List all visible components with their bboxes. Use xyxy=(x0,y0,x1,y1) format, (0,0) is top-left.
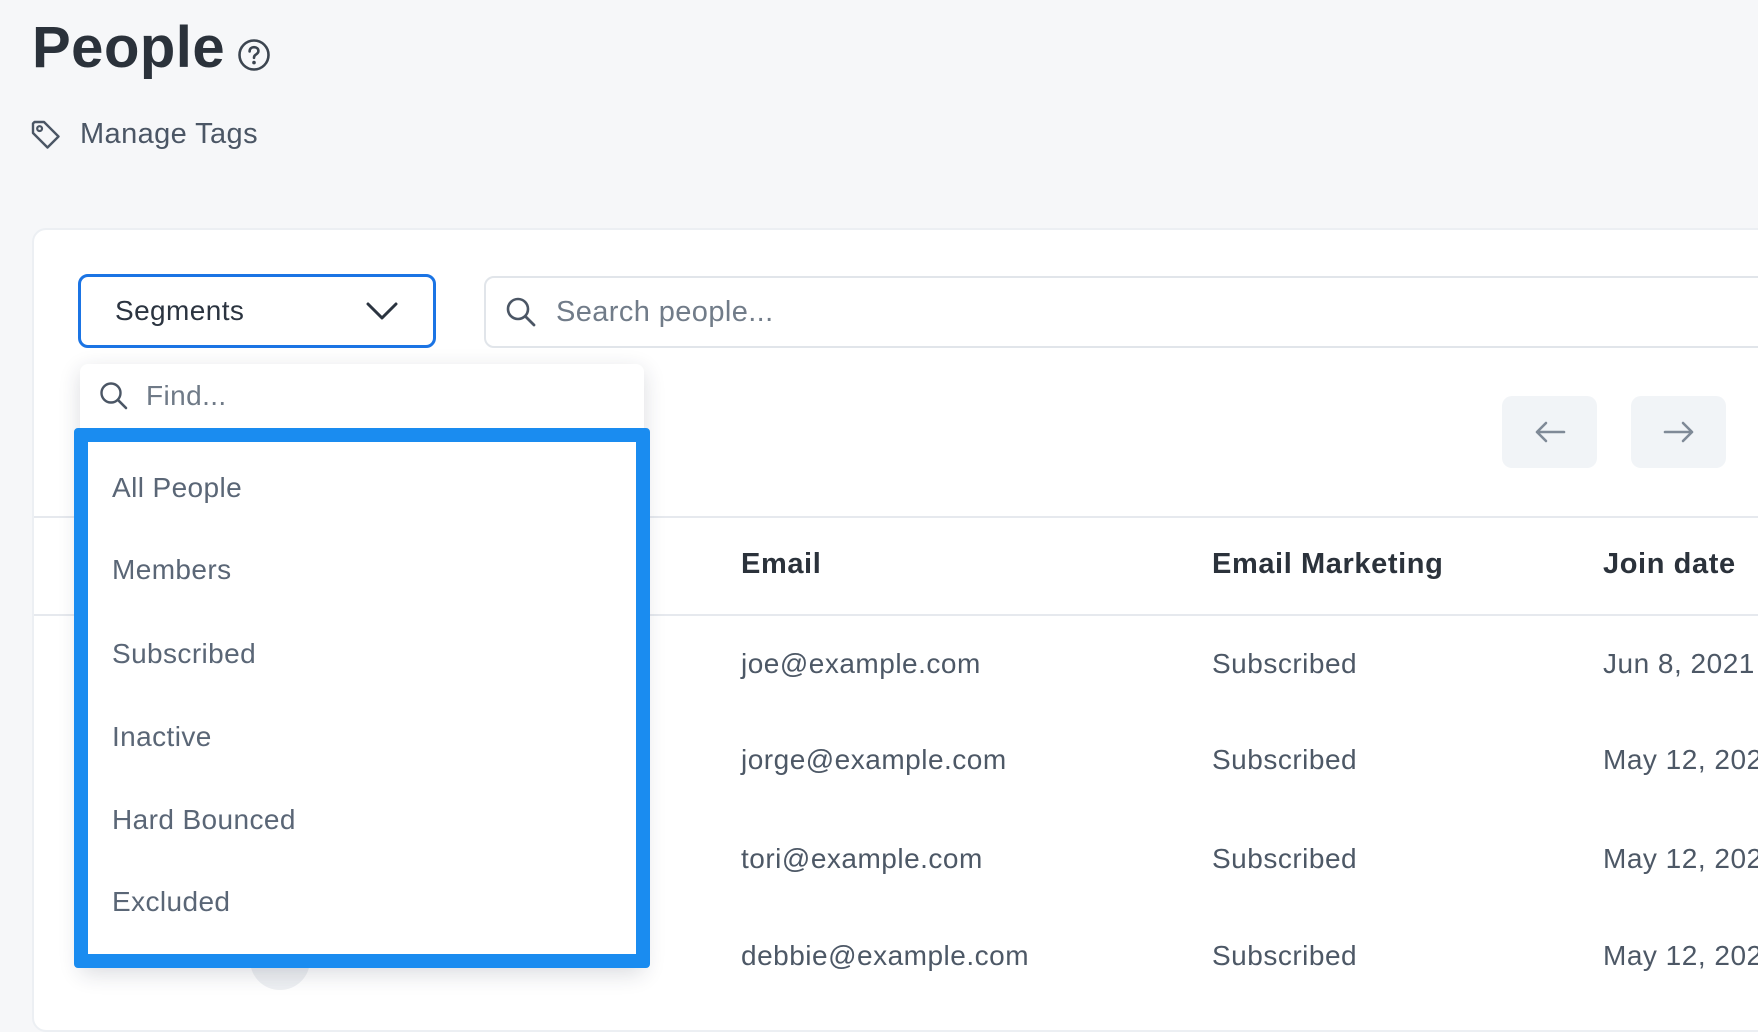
row-email-marketing: Subscribed xyxy=(1212,843,1358,874)
row-email: tori@example.com xyxy=(741,843,983,874)
row-join-date: Jun 8, 2021 xyxy=(1603,648,1755,679)
column-header-email-marketing[interactable]: Email Marketing xyxy=(1212,548,1443,581)
manage-tags-button[interactable]: Manage Tags xyxy=(30,118,258,151)
chevron-down-icon xyxy=(366,302,398,320)
segment-option-hard-bounced[interactable]: Hard Bounced xyxy=(112,804,296,836)
segments-find-input[interactable] xyxy=(144,379,608,413)
join-date-column: Jun 8, 2021 May 12, 2021 May 12, 2021 Ma… xyxy=(1603,640,1758,1010)
arrow-right-icon xyxy=(1663,421,1693,443)
manage-tags-label: Manage Tags xyxy=(80,118,258,150)
segment-option-all-people[interactable]: All People xyxy=(112,472,242,504)
segments-menu: All People Members Subscribed Inactive H… xyxy=(74,364,650,968)
arrow-left-icon xyxy=(1535,421,1565,443)
row-email-marketing: Subscribed xyxy=(1212,940,1358,971)
segment-option-inactive[interactable]: Inactive xyxy=(112,721,212,753)
segment-option-subscribed[interactable]: Subscribed xyxy=(112,638,256,670)
row-join-date: May 12, 2021 xyxy=(1603,940,1758,971)
column-header-email[interactable]: Email xyxy=(741,548,821,581)
row-email: jorge@example.com xyxy=(741,744,1007,775)
row-join-date: May 12, 2021 xyxy=(1603,843,1758,874)
segments-dropdown[interactable]: Segments xyxy=(78,274,436,348)
previous-page-button[interactable] xyxy=(1502,396,1597,468)
help-circle-icon[interactable] xyxy=(237,38,271,72)
segment-option-members[interactable]: Members xyxy=(112,554,232,586)
next-page-button[interactable] xyxy=(1631,396,1726,468)
tag-icon xyxy=(31,120,60,149)
search-people-box[interactable] xyxy=(484,276,1758,348)
segments-label: Segments xyxy=(115,295,245,326)
page-title: People xyxy=(32,15,226,80)
search-people-input[interactable] xyxy=(554,294,1658,330)
segment-option-excluded[interactable]: Excluded xyxy=(112,886,230,918)
segments-options-list: All People Members Subscribed Inactive H… xyxy=(74,428,650,968)
row-email: debbie@example.com xyxy=(741,940,1030,971)
search-icon xyxy=(506,297,536,327)
column-header-join-date[interactable]: Join date xyxy=(1603,548,1736,581)
row-email-marketing: Subscribed xyxy=(1212,744,1358,775)
row-email-marketing: Subscribed xyxy=(1212,648,1358,679)
page-header: People xyxy=(32,10,271,86)
search-icon xyxy=(100,382,128,410)
row-email: joe@example.com xyxy=(741,648,981,679)
segments-find-row[interactable] xyxy=(80,364,644,428)
row-join-date: May 12, 2021 xyxy=(1603,744,1758,775)
